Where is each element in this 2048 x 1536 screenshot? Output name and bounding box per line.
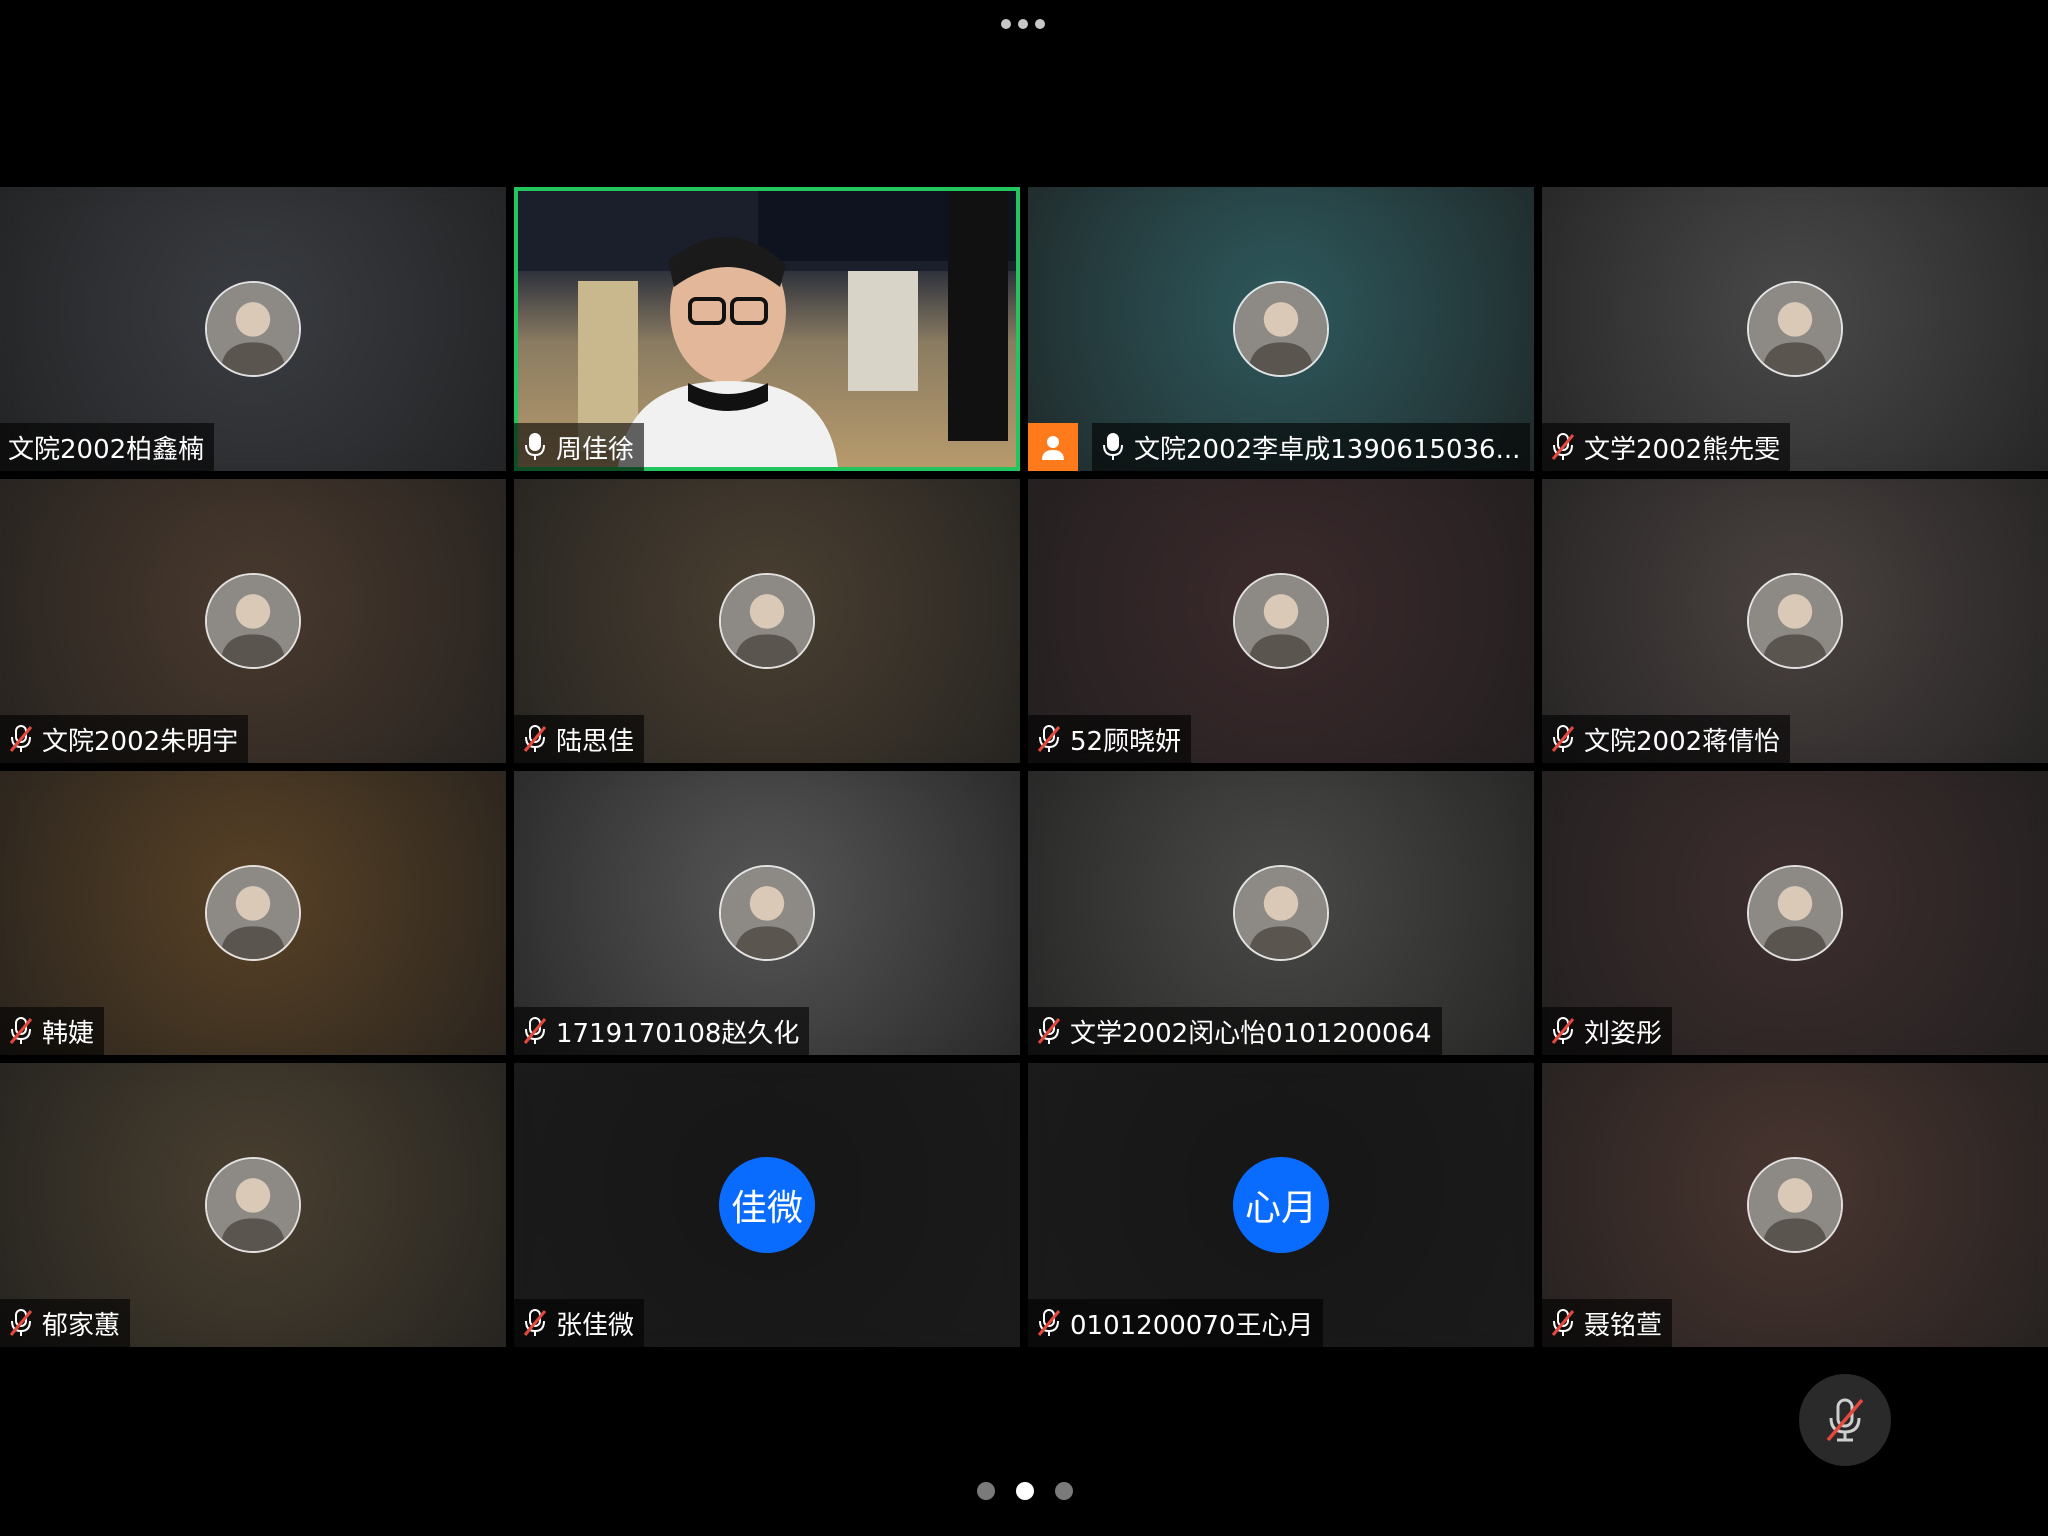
participant-name-tag: 1719170108赵久化: [514, 1007, 810, 1055]
participant-name-tag: 文院2002蒋倩怡: [1542, 715, 1791, 763]
plush-cat-avatar: [1747, 573, 1843, 669]
host-badge: [1028, 423, 1078, 471]
participant-name: 聂铭萱: [1584, 1310, 1663, 1341]
person-icon: [1042, 436, 1064, 460]
page-dot[interactable]: [1016, 1482, 1034, 1500]
participant-tile[interactable]: 文院2002李卓成1390615036...: [1028, 187, 1534, 471]
participant-tile[interactable]: 聂铭萱: [1542, 1063, 2048, 1347]
participant-tile[interactable]: 1719170108赵久化: [514, 771, 1020, 1055]
participant-tile[interactable]: 韩婕: [0, 771, 506, 1055]
mic-muted-icon: [1551, 725, 1575, 752]
participant-tile[interactable]: 周佳徐: [514, 187, 1020, 471]
plush-toy-avatar: [205, 573, 301, 669]
illustrated-girl-avatar: [1747, 1157, 1843, 1253]
participant-tile[interactable]: 文学2002熊先雯: [1542, 187, 2048, 471]
participant-tile[interactable]: 文学2002闵心怡0101200064: [1028, 771, 1534, 1055]
mic-icon: [1103, 433, 1123, 460]
mute-all-button[interactable]: [1799, 1374, 1891, 1466]
participant-tile[interactable]: 郁家蕙: [0, 1063, 506, 1347]
mic-off-icon: [1826, 1398, 1864, 1442]
more-dot: [1018, 19, 1028, 29]
page-indicator: [977, 1481, 1073, 1501]
participant-name: 陆思佳: [556, 726, 635, 757]
selfie-avatar: [1747, 865, 1843, 961]
participant-name-tag: 文院2002李卓成1390615036...: [1092, 423, 1531, 471]
mic-muted-icon: [1551, 433, 1575, 460]
mic-muted-icon: [9, 1309, 33, 1336]
more-dot: [1001, 19, 1011, 29]
participant-name-tag: 张佳微: [514, 1299, 645, 1347]
participant-name: 韩婕: [42, 1018, 95, 1049]
participant-name: 52顾晓妍: [1070, 726, 1182, 757]
meeting-stage: 文院2002柏鑫楠 周佳徐 文院2002李卓成1390615036... 文学2002…: [0, 0, 2048, 1536]
participant-name-tag: 聂铭萱: [1542, 1299, 1673, 1347]
participant-name-tag: 文学2002熊先雯: [1542, 423, 1791, 471]
participant-name-tag: 韩婕: [0, 1007, 105, 1055]
participant-name-tag: 郁家蕙: [0, 1299, 131, 1347]
participant-tile[interactable]: 文院2002朱明宇: [0, 479, 506, 763]
participant-grid: 文院2002柏鑫楠 周佳徐 文院2002李卓成1390615036... 文学2002…: [0, 187, 2048, 1347]
participant-tile[interactable]: 文院2002蒋倩怡: [1542, 479, 2048, 763]
page-dot[interactable]: [1055, 1482, 1073, 1500]
participant-tile[interactable]: 心月 0101200070王心月: [1028, 1063, 1534, 1347]
cartoon-face-avatar: [719, 865, 815, 961]
participant-name-tag: 52顾晓妍: [1028, 715, 1192, 763]
participant-tile[interactable]: 陆思佳: [514, 479, 1020, 763]
cat-avatar: [205, 865, 301, 961]
anime-boy-avatar: [1233, 865, 1329, 961]
participant-name: 1719170108赵久化: [556, 1018, 800, 1049]
user-photo-avatar: [205, 281, 301, 377]
mic-muted-icon: [523, 1309, 547, 1336]
participant-name-tag: 文院2002柏鑫楠: [0, 423, 215, 471]
mic-muted-icon: [1551, 1309, 1575, 1336]
initials-avatar: 佳微: [719, 1157, 815, 1253]
participant-name: 张佳微: [556, 1310, 635, 1341]
mic-muted-icon: [1551, 1017, 1575, 1044]
participant-tile[interactable]: 文院2002柏鑫楠: [0, 187, 506, 471]
mic-muted-icon: [523, 1017, 547, 1044]
more-options-button[interactable]: [1001, 17, 1045, 31]
mic-muted-icon: [523, 725, 547, 752]
shiba-avatar: [205, 1157, 301, 1253]
mic-muted-icon: [1037, 1017, 1061, 1044]
mic-muted-icon: [9, 1017, 33, 1044]
participant-name: 文学2002熊先雯: [1584, 434, 1781, 465]
participant-name: 0101200070王心月: [1070, 1310, 1314, 1341]
participant-name: 文院2002李卓成1390615036...: [1134, 434, 1521, 465]
participant-name: 文学2002闵心怡0101200064: [1070, 1018, 1432, 1049]
anime-girl-avatar: [1233, 281, 1329, 377]
person-photo-avatar: [1233, 573, 1329, 669]
participant-name: 文院2002柏鑫楠: [8, 434, 205, 465]
participant-name-tag: 文学2002闵心怡0101200064: [1028, 1007, 1442, 1055]
participant-name: 刘姿彤: [1584, 1018, 1663, 1049]
participant-name: 文院2002朱明宇: [42, 726, 239, 757]
participant-tile[interactable]: 佳微张佳微: [514, 1063, 1020, 1347]
initials-avatar: 心月: [1233, 1157, 1329, 1253]
page-dot[interactable]: [977, 1482, 995, 1500]
participant-name: 郁家蕙: [42, 1310, 121, 1341]
participant-name: 周佳徐: [556, 434, 635, 465]
participant-name-tag: 周佳徐: [514, 423, 645, 471]
participant-tile[interactable]: 刘姿彤: [1542, 771, 2048, 1055]
participant-tile[interactable]: 52顾晓妍: [1028, 479, 1534, 763]
participant-name-tag: 文院2002朱明宇: [0, 715, 249, 763]
participant-name: 文院2002蒋倩怡: [1584, 726, 1781, 757]
participant-name-tag: 0101200070王心月: [1028, 1299, 1324, 1347]
participant-name-tag: 陆思佳: [514, 715, 645, 763]
mic-muted-icon: [1037, 725, 1061, 752]
dog-avatar: [719, 573, 815, 669]
drawn-character-avatar: [1747, 281, 1843, 377]
participant-name-tag: 刘姿彤: [1542, 1007, 1673, 1055]
mic-icon: [525, 433, 545, 460]
more-dot: [1035, 19, 1045, 29]
mic-muted-icon: [9, 725, 33, 752]
mic-muted-icon: [1037, 1309, 1061, 1336]
